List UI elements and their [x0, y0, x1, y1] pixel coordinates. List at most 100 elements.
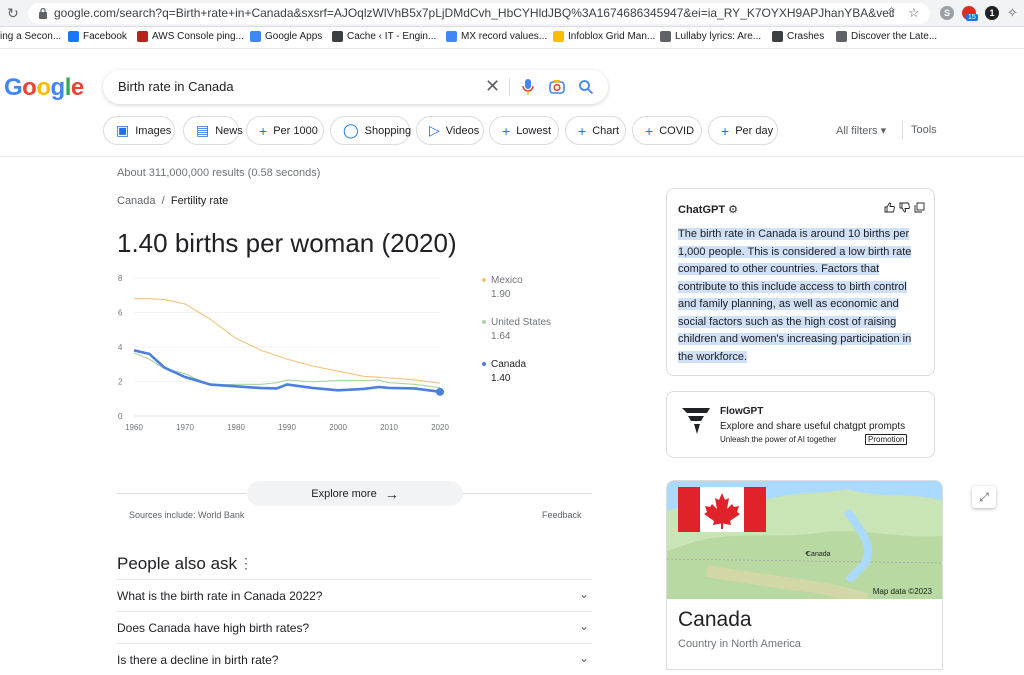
- series-line-mexico[interactable]: [134, 298, 441, 384]
- bookmark-item[interactable]: Lullaby lyrics: Are...: [660, 31, 761, 42]
- y-tick-label: 0: [118, 412, 123, 421]
- chip-per-1000[interactable]: + Per 1000: [246, 116, 324, 145]
- y-tick-label: 4: [118, 343, 123, 352]
- reload-icon[interactable]: ↻: [7, 5, 19, 22]
- lens-camera-icon[interactable]: [549, 79, 565, 95]
- chip-shopping[interactable]: ◯ Shopping: [330, 116, 412, 145]
- chip-lowest[interactable]: + Lowest: [489, 116, 559, 145]
- paa-question[interactable]: Is there a decline in birth rate? ⌄: [117, 643, 592, 675]
- extension-badge: 15: [966, 14, 978, 21]
- search-box[interactable]: Birth rate in Canada ✕: [103, 70, 608, 104]
- more-options-icon[interactable]: ⋮: [239, 555, 253, 572]
- bookmark-label: AWS Console ping...: [152, 31, 244, 42]
- chip-videos[interactable]: ▷ Videos: [416, 116, 484, 145]
- series-line-canada[interactable]: [133, 349, 441, 394]
- bookmark-item[interactable]: ing a Secon...: [0, 31, 61, 42]
- y-tick-label: 2: [118, 378, 123, 387]
- legend-dot-icon: [482, 362, 486, 367]
- microphone-icon[interactable]: [522, 78, 534, 96]
- bookmark-favicon-icon: [446, 31, 457, 42]
- bookmark-star-icon[interactable]: ☆: [908, 5, 920, 21]
- chip-news[interactable]: ▤ News: [183, 116, 243, 145]
- bookmark-label: Lullaby lyrics: Are...: [675, 31, 762, 42]
- promotion-badge: Promotion: [865, 434, 908, 445]
- plus-icon: +: [645, 122, 654, 139]
- bookmark-item[interactable]: MX record values...: [446, 31, 547, 42]
- paa-question[interactable]: Does Canada have high birth rates? ⌄: [117, 611, 592, 643]
- header-divider: [0, 156, 1024, 157]
- legend-series-value: 1.90: [491, 289, 511, 300]
- legend-series-value: 1.64: [491, 331, 511, 342]
- flowgpt-title: FlowGPT: [720, 406, 764, 417]
- bookmark-item[interactable]: Facebook: [68, 31, 127, 42]
- plus-icon: +: [259, 122, 268, 139]
- chip-label: Per day: [735, 124, 774, 137]
- breadcrumb-separator: /: [158, 195, 168, 207]
- address-bar[interactable]: google.com/search?q=Birth+rate+in+Canada…: [28, 3, 930, 24]
- bookmark-item[interactable]: Cache ‹ IT - Engin...: [332, 31, 436, 42]
- paa-question[interactable]: What is the birth rate in Canada 2022? ⌄: [117, 579, 592, 611]
- x-tick-label: 1970: [176, 423, 194, 432]
- thumbs-up-icon[interactable]: [884, 202, 895, 213]
- series-line-united-states[interactable]: [133, 352, 441, 389]
- clear-icon[interactable]: ✕: [485, 76, 500, 97]
- chip-covid[interactable]: + COVID: [632, 116, 702, 145]
- chip-label: Videos: [445, 124, 480, 137]
- legend-canada[interactable]: Canada 1.40: [482, 359, 526, 384]
- chatgpt-panel: ChatGPT ⚙ The birth rate in Canada is ar…: [666, 188, 935, 376]
- google-logo[interactable]: Google: [4, 74, 84, 102]
- legend-united-states[interactable]: United States 1.64: [482, 317, 551, 342]
- flowgpt-panel[interactable]: FlowGPT Explore and share useful chatgpt…: [666, 391, 935, 458]
- chip-label: Images: [135, 124, 172, 137]
- canada-endpoint-marker[interactable]: [436, 387, 444, 396]
- search-input[interactable]: Birth rate in Canada: [118, 79, 234, 94]
- thumbs-down-icon[interactable]: [899, 202, 910, 213]
- flowgpt-description: Explore and share useful chatgpt prompts: [720, 421, 906, 432]
- chip-images[interactable]: ▣ Images: [103, 116, 175, 145]
- breadcrumb: Canada / Fertility rate: [117, 195, 228, 207]
- share-icon[interactable]: ⇧: [886, 5, 897, 21]
- bookmark-item[interactable]: Discover the Late...: [836, 31, 937, 42]
- breadcrumb-canada[interactable]: Canada: [117, 195, 156, 207]
- tools-button[interactable]: Tools: [911, 124, 937, 136]
- x-tick-label: 1990: [278, 423, 296, 432]
- feedback-link[interactable]: Feedback: [542, 510, 582, 520]
- canada-flag-image[interactable]: [678, 487, 766, 532]
- fertility-chart[interactable]: 0 2 4 6 8 1960 1970 1980 1990 2000 2010 2020: [112, 270, 452, 435]
- bookmark-favicon-icon: [660, 31, 671, 42]
- chip-chart[interactable]: + Chart: [565, 116, 626, 145]
- legend-mexico[interactable]: Mexico 1.90: [482, 275, 523, 300]
- extensions-puzzle-icon[interactable]: ✧: [1007, 5, 1018, 21]
- all-filters-button[interactable]: All filters ▾: [836, 124, 886, 137]
- copy-icon[interactable]: [914, 202, 925, 213]
- bookmark-favicon-icon: [836, 31, 847, 42]
- explore-more-button[interactable]: Explore more →: [247, 481, 463, 506]
- bookmark-label: Infoblox Grid Man...: [568, 31, 656, 42]
- settings-gear-icon[interactable]: ⚙: [728, 204, 738, 216]
- chip-per-day[interactable]: + Per day: [708, 116, 778, 145]
- chip-label: Chart: [592, 124, 620, 137]
- bookmark-item[interactable]: AWS Console ping...: [137, 31, 244, 42]
- bookmark-label: MX record values...: [461, 31, 548, 42]
- plus-icon: +: [721, 122, 730, 139]
- chip-label: News: [215, 124, 243, 137]
- chip-type-icon: ▤: [196, 122, 210, 138]
- bookmark-item[interactable]: Crashes: [772, 31, 824, 42]
- map-label-canada: Canada: [806, 551, 831, 558]
- search-icon[interactable]: [578, 79, 594, 95]
- entity-name: Canada: [678, 608, 752, 631]
- extension-1password-icon[interactable]: 1: [985, 6, 999, 20]
- filters-divider: [902, 121, 903, 139]
- bookmark-item[interactable]: Google Apps: [250, 31, 322, 42]
- arrow-right-icon: →: [384, 485, 399, 502]
- map-expand-icon[interactable]: ⤢: [972, 486, 996, 508]
- chip-type-icon: ◯: [343, 122, 359, 138]
- plus-icon: +: [502, 122, 511, 139]
- plus-icon: +: [578, 122, 587, 139]
- extension-s-icon[interactable]: S: [940, 6, 954, 20]
- bookmark-item[interactable]: Infoblox Grid Man...: [553, 31, 655, 42]
- x-tick-label: 1960: [125, 423, 143, 432]
- bookmark-favicon-icon: [772, 31, 783, 42]
- bookmark-label: Facebook: [83, 31, 127, 42]
- chip-label: Shopping: [364, 124, 412, 137]
